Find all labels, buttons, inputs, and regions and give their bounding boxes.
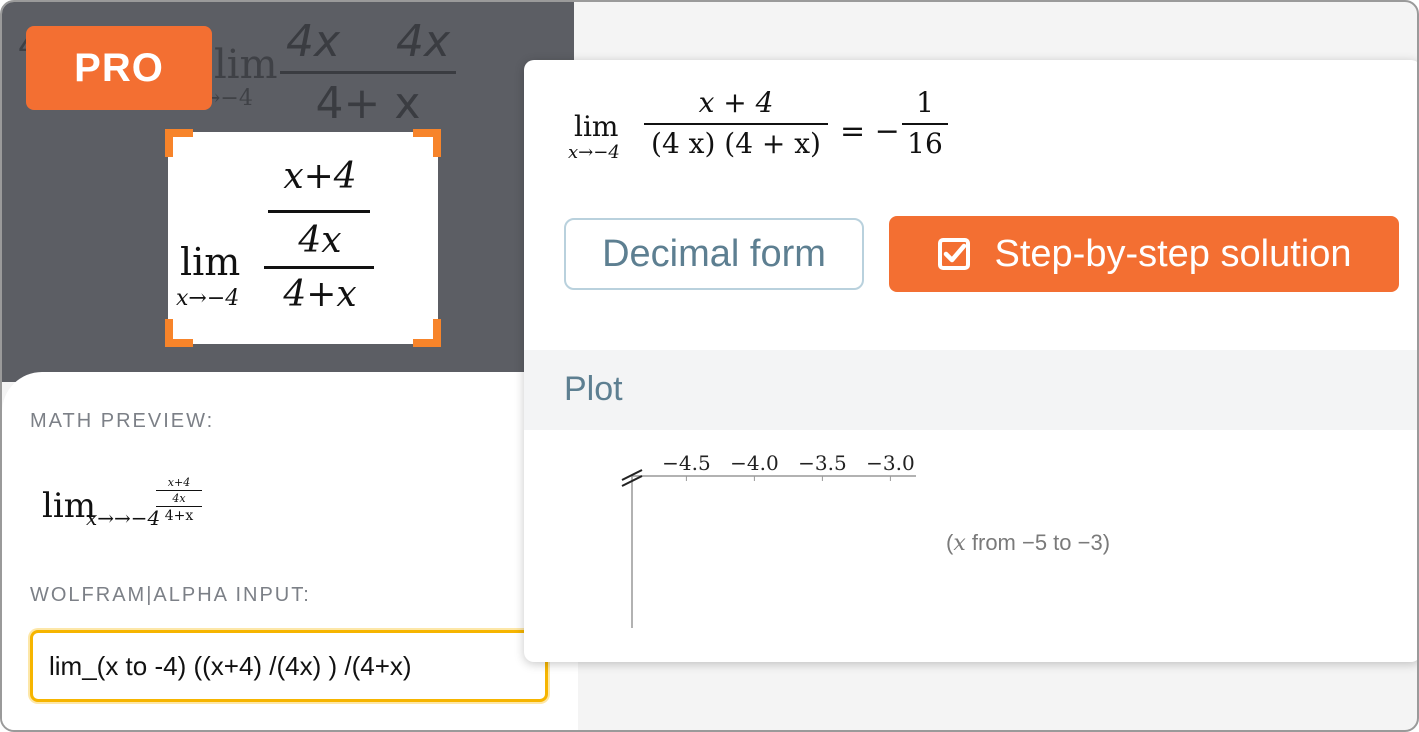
x-tick-label: −3.0: [866, 451, 915, 475]
step-by-step-label: Step-by-step solution: [994, 232, 1352, 275]
math-preview-mid: 4x: [172, 492, 186, 505]
crop-handle-top-right[interactable]: [413, 129, 441, 157]
result-numerator: x + 4: [698, 86, 774, 119]
crop-fraction-bar: [268, 210, 370, 213]
decimal-form-button[interactable]: Decimal form: [564, 218, 864, 290]
plot-x-range: (x from −5 to −3): [946, 530, 1110, 556]
camera-scan-view: 4 lim →−4 4x 4x 4+ x PRO x+4 4x 4+x lim …: [2, 2, 574, 382]
math-preview-sub: x→→−4: [86, 506, 161, 530]
plot-x-range-text: from −5 to −3): [971, 530, 1111, 555]
x-tick-label: −3.5: [798, 451, 847, 475]
plot-title: Plot: [564, 370, 623, 408]
step-by-step-button[interactable]: Step-by-step solution: [889, 216, 1399, 292]
result-fraction: x + 4 (4 x) (4 + x): [644, 86, 828, 160]
plot-pod-header: Plot: [524, 350, 1417, 430]
plot-x-range-var: x: [953, 531, 966, 556]
app-frame: 4 lim →−4 4x 4x 4+ x PRO x+4 4x 4+x lim …: [0, 0, 1419, 732]
scan-ghost-denominator: 4+ x: [315, 78, 421, 129]
result-answer: 1 16: [902, 86, 948, 160]
crop-fraction-bar-main: [264, 266, 374, 269]
wolfram-input-label: WOLFRAM|ALPHA INPUT:: [30, 584, 311, 606]
crop-denominator-text: 4+x: [283, 274, 357, 315]
checkbox-checked-icon: [937, 238, 970, 270]
result-answer-den: 16: [907, 127, 943, 160]
crop-numerator: x+4: [283, 156, 357, 197]
pro-badge[interactable]: PRO: [26, 26, 212, 110]
scan-ghost-fraction: 4x 4x 4+ x: [280, 16, 456, 129]
math-preview-label: MATH PREVIEW:: [30, 410, 215, 432]
crop-handle-bottom-left[interactable]: [165, 319, 193, 347]
crop-handle-top-left[interactable]: [165, 129, 193, 157]
result-card: lim x→−4 x + 4 (4 x) (4 + x) = − 1 16 De…: [524, 60, 1417, 662]
x-tick-label: −4.0: [730, 451, 779, 475]
crop-lim: lim: [180, 240, 241, 284]
input-panel: MATH PREVIEW: lim x→→−4 x+4 4x 4+x WOLFR…: [2, 372, 578, 730]
x-tick-label: −4.5: [662, 451, 711, 475]
result-lim: lim: [574, 110, 619, 143]
crop-region[interactable]: x+4 4x 4+x lim x→−4: [165, 129, 441, 347]
math-preview-fraction: x+4 4x 4+x: [156, 476, 202, 524]
result-lim-sub: x→−4: [568, 142, 620, 163]
crop-sub: x→−4: [176, 286, 240, 311]
math-preview-den: 4+x: [164, 508, 194, 524]
scan-ghost-lim: lim: [214, 42, 278, 88]
result-answer-num: 1: [916, 86, 934, 119]
wolfram-input-field[interactable]: [30, 630, 548, 702]
crop-handle-bottom-right[interactable]: [413, 319, 441, 347]
crop-denominator: 4+x: [264, 274, 376, 315]
crop-middle: 4x: [298, 220, 342, 261]
scan-ghost-numerators: 4x 4x: [285, 16, 450, 67]
result-denominator: (4 x) (4 + x): [651, 127, 821, 160]
result-equals: = −: [840, 114, 900, 149]
math-preview-num: x+4: [167, 476, 191, 489]
